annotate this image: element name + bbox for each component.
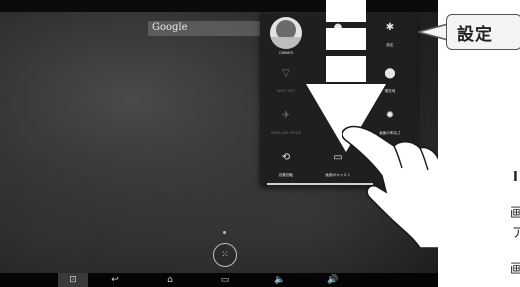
settings-callout: 設定 <box>446 14 520 50</box>
recents-button[interactable]: ▭ <box>210 273 240 287</box>
volume-up-icon: 🔊 <box>327 275 339 285</box>
side-text-line2: 画 <box>510 206 520 221</box>
user-avatar-icon <box>270 17 302 49</box>
pointing-hand-icon <box>342 125 438 248</box>
volume-down-icon: 🔈 <box>274 275 286 285</box>
qs-tile-rotation-label: 自動回転 <box>278 173 294 177</box>
side-text-line3: ア <box>512 226 520 241</box>
page-indicator-dot <box>223 231 226 234</box>
volume-down-button[interactable]: 🔈 <box>265 273 295 287</box>
tablet-screen: Google OWNER ● ✱ 設定 ▽ WI-FI OFF ⬤ 現在地 ✈ … <box>0 0 438 287</box>
settings-callout-label: 設定 <box>457 25 493 45</box>
app-drawer-button[interactable]: ⁙ <box>213 243 237 267</box>
navigation-bar: ⊡ ↩ ⌂ ▭ 🔈 🔊 <box>0 273 438 287</box>
search-placeholder: Google <box>152 22 188 33</box>
back-icon: ↩ <box>111 275 119 285</box>
app-drawer-icon: ⁙ <box>221 250 229 260</box>
screenshot-button[interactable]: ⊡ <box>58 273 88 287</box>
side-text-line4: 画 <box>510 262 520 277</box>
volume-up-button[interactable]: 🔊 <box>318 273 348 287</box>
home-icon: ⌂ <box>167 275 173 285</box>
recents-icon: ▭ <box>220 275 230 285</box>
back-button[interactable]: ↩ <box>100 273 130 287</box>
screenshot-icon: ⊡ <box>69 275 77 285</box>
side-text-line1: I <box>513 170 518 185</box>
home-button[interactable]: ⌂ <box>155 273 185 287</box>
